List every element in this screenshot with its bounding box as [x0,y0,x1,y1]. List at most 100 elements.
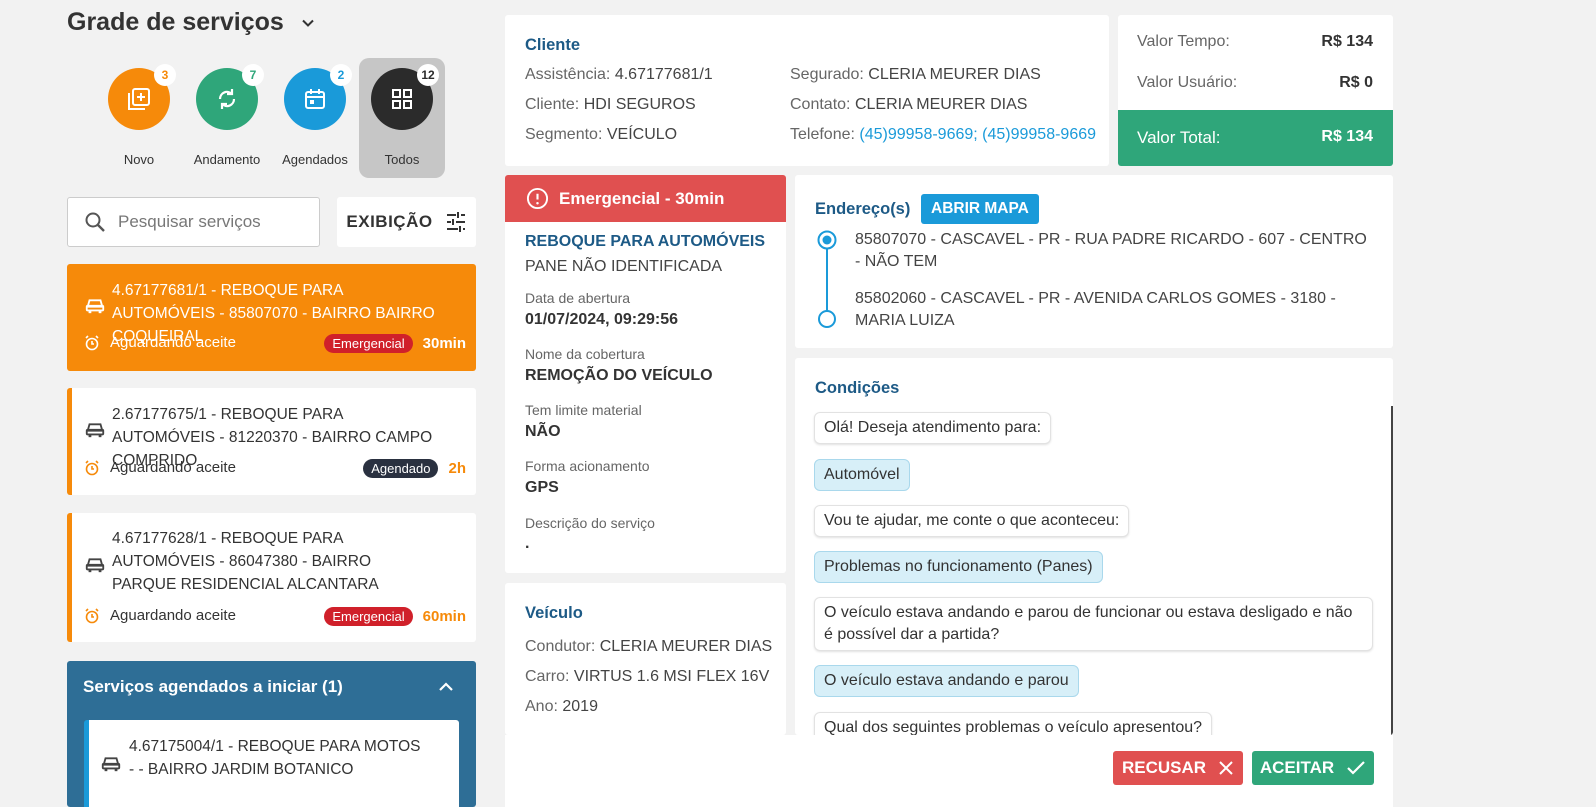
tune-icon [446,212,465,232]
check-icon [1347,761,1365,775]
destination-address: 85802060 - CASCAVEL - PR - AVENIDA CARLO… [855,290,1336,329]
service-card[interactable]: 4.67177681/1 - REBOQUE PARA AUTOMÓVEIS -… [67,264,476,371]
assistencia-label: Assistência: [525,66,611,83]
chevron-up-icon[interactable] [438,681,454,693]
valor-total-label: Valor Total: [1137,128,1221,147]
filter-andamento-count: 7 [242,64,264,86]
exibicao-label: EXIBIÇÃO [346,212,433,231]
limite-label: Tem limite material [525,402,642,418]
service-card[interactable]: 2.67177675/1 - REBOQUE PARA AUTOMÓVEIS -… [67,388,476,495]
emergency-banner: Emergencial - 30min [505,175,786,222]
search-input[interactable] [118,212,298,232]
chat-question: O veículo estava andando e parou de func… [814,597,1373,651]
agendado-badge: Agendado [363,459,439,478]
contato-value: CLERIA MEURER DIAS [854,96,1028,113]
service-card-time: 60min [422,608,466,625]
valor-tempo-label: Valor Tempo: [1137,33,1230,50]
filter-agendados-count: 2 [330,64,352,86]
service-detail-panel: Emergencial - 30min REBOQUE PARA AUTOMÓV… [505,175,786,573]
filter-novo-count: 3 [154,64,176,86]
filter-novo[interactable]: 3 Novo [96,58,182,178]
cobertura-label: Nome da cobertura [525,346,645,362]
valor-usuario-label: Valor Usuário: [1137,74,1238,91]
service-card-tag: Emergencial 60min [324,607,466,626]
emergencial-badge: Emergencial [324,607,413,626]
scheduled-panel: Serviços agendados a iniciar (1) 4.67175… [67,661,476,807]
data-abertura-label: Data de abertura [525,290,631,306]
assistencia-row: Assistência: 4.67177681/1 [525,66,713,84]
filter-agendados[interactable]: 2 Agendados [272,58,358,178]
cliente-row: Cliente: HDI SEGUROS [525,96,696,114]
route-timeline [817,230,837,328]
address-heading: Endereço(s) [815,200,911,218]
contato-label: Contato: [790,96,851,113]
page-title[interactable]: Grade de serviços [67,8,314,37]
vehicle-heading: Veículo [525,604,583,622]
service-card-time: 30min [422,335,466,352]
filter-andamento[interactable]: 7 Andamento [184,58,270,178]
alarm-icon [85,459,99,475]
refuse-button[interactable]: RECUSAR [1113,751,1243,785]
segurado-label: Segurado: [790,66,864,83]
scheduled-service-card[interactable]: 4.67175004/1 - REBOQUE PARA MOTOS - - BA… [84,720,459,807]
condutor-row: Condutor: CLERIA MEURER DIAS [525,638,772,656]
ano-row: Ano: 2019 [525,698,598,716]
service-card-status: Aguardando aceite [84,459,236,476]
conditions-panel: Condições Olá! Deseja atendimento para: … [795,358,1393,735]
scrollbar[interactable] [1391,406,1393,735]
search-icon [85,212,105,232]
scheduled-service-title: 4.67175004/1 - REBOQUE PARA MOTOS - - BA… [129,738,421,778]
alarm-icon [85,607,99,623]
filter-andamento-label: Andamento [193,152,261,167]
telefone-link[interactable]: (45)99958-9669; (45)99958-9669 [859,126,1096,143]
service-card-time: 2h [448,460,466,477]
contato-row: Contato: CLERIA MEURER DIAS [790,96,1027,114]
exibicao-button[interactable]: EXIBIÇÃO [337,197,476,247]
chat-answer: Problemas no funcionamento (Panes) [814,551,1103,583]
search-box[interactable] [67,197,320,247]
forma-label: Forma acionamento [525,458,650,474]
service-card-status-text: Aguardando aceite [110,334,236,351]
chat-question: Olá! Deseja atendimento para: [814,412,1052,444]
calendar-icon [305,89,325,109]
vehicle-panel: Veículo Condutor: CLERIA MEURER DIAS Car… [505,583,786,735]
valor-tempo-value: R$ 134 [1321,33,1373,50]
cliente-value: HDI SEGUROS [583,96,696,113]
segurado-value: CLERIA MEURER DIAS [868,66,1041,83]
accept-label: ACEITAR [1259,758,1335,777]
open-map-button[interactable]: ABRIR MAPA [921,194,1039,224]
condutor-value: CLERIA MEURER DIAS [599,638,773,655]
car-icon [85,423,105,438]
conditions-heading: Condições [815,379,900,397]
emergencial-badge: Emergencial [324,334,413,353]
accept-button[interactable]: ACEITAR [1252,751,1374,785]
close-icon [1219,761,1233,775]
action-bar: RECUSAR ACEITAR [505,735,1393,807]
scheduled-panel-header[interactable]: Serviços agendados a iniciar (1) [83,677,343,697]
descricao-label: Descrição do serviço [525,515,655,531]
segurado-row: Segurado: CLERIA MEURER DIAS [790,66,1041,84]
grid-icon [392,89,412,109]
chevron-down-icon[interactable] [302,17,314,29]
filter-todos-circle: 12 [371,64,439,130]
filter-todos-count: 12 [417,64,439,86]
service-card-title: 4.67177628/1 - REBOQUE PARA AUTOMÓVEIS -… [112,530,379,593]
data-abertura-value: 01/07/2024, 09:29:56 [525,311,679,328]
car-icon [85,558,105,573]
service-card-status: Aguardando aceite [84,607,236,624]
address-panel: Endereço(s) ABRIR MAPA 85807070 - CASCAV… [795,175,1393,348]
origin-address: 85807070 - CASCAVEL - PR - RUA PADRE RIC… [855,231,1367,270]
chat-answer: O veículo estava andando e parou [814,665,1079,697]
service-card-status: Aguardando aceite [84,334,236,351]
filter-todos[interactable]: 12 Todos [359,58,445,178]
alarm-icon [85,334,99,350]
service-card-tag: Emergencial 30min [324,334,466,353]
assistencia-value: 4.67177681/1 [614,66,713,83]
emergency-banner-text: Emergencial - 30min [559,189,725,208]
client-panel: Cliente Assistência: 4.67177681/1 Client… [505,15,1109,166]
service-card[interactable]: 4.67177628/1 - REBOQUE PARA AUTOMÓVEIS -… [67,513,476,642]
telefone-label: Telefone: [790,126,855,143]
service-card-status-text: Aguardando aceite [110,607,236,624]
cobertura-value: REMOÇÃO DO VEÍCULO [525,367,713,384]
carro-row: Carro: VIRTUS 1.6 MSI FLEX 16V [525,668,769,686]
